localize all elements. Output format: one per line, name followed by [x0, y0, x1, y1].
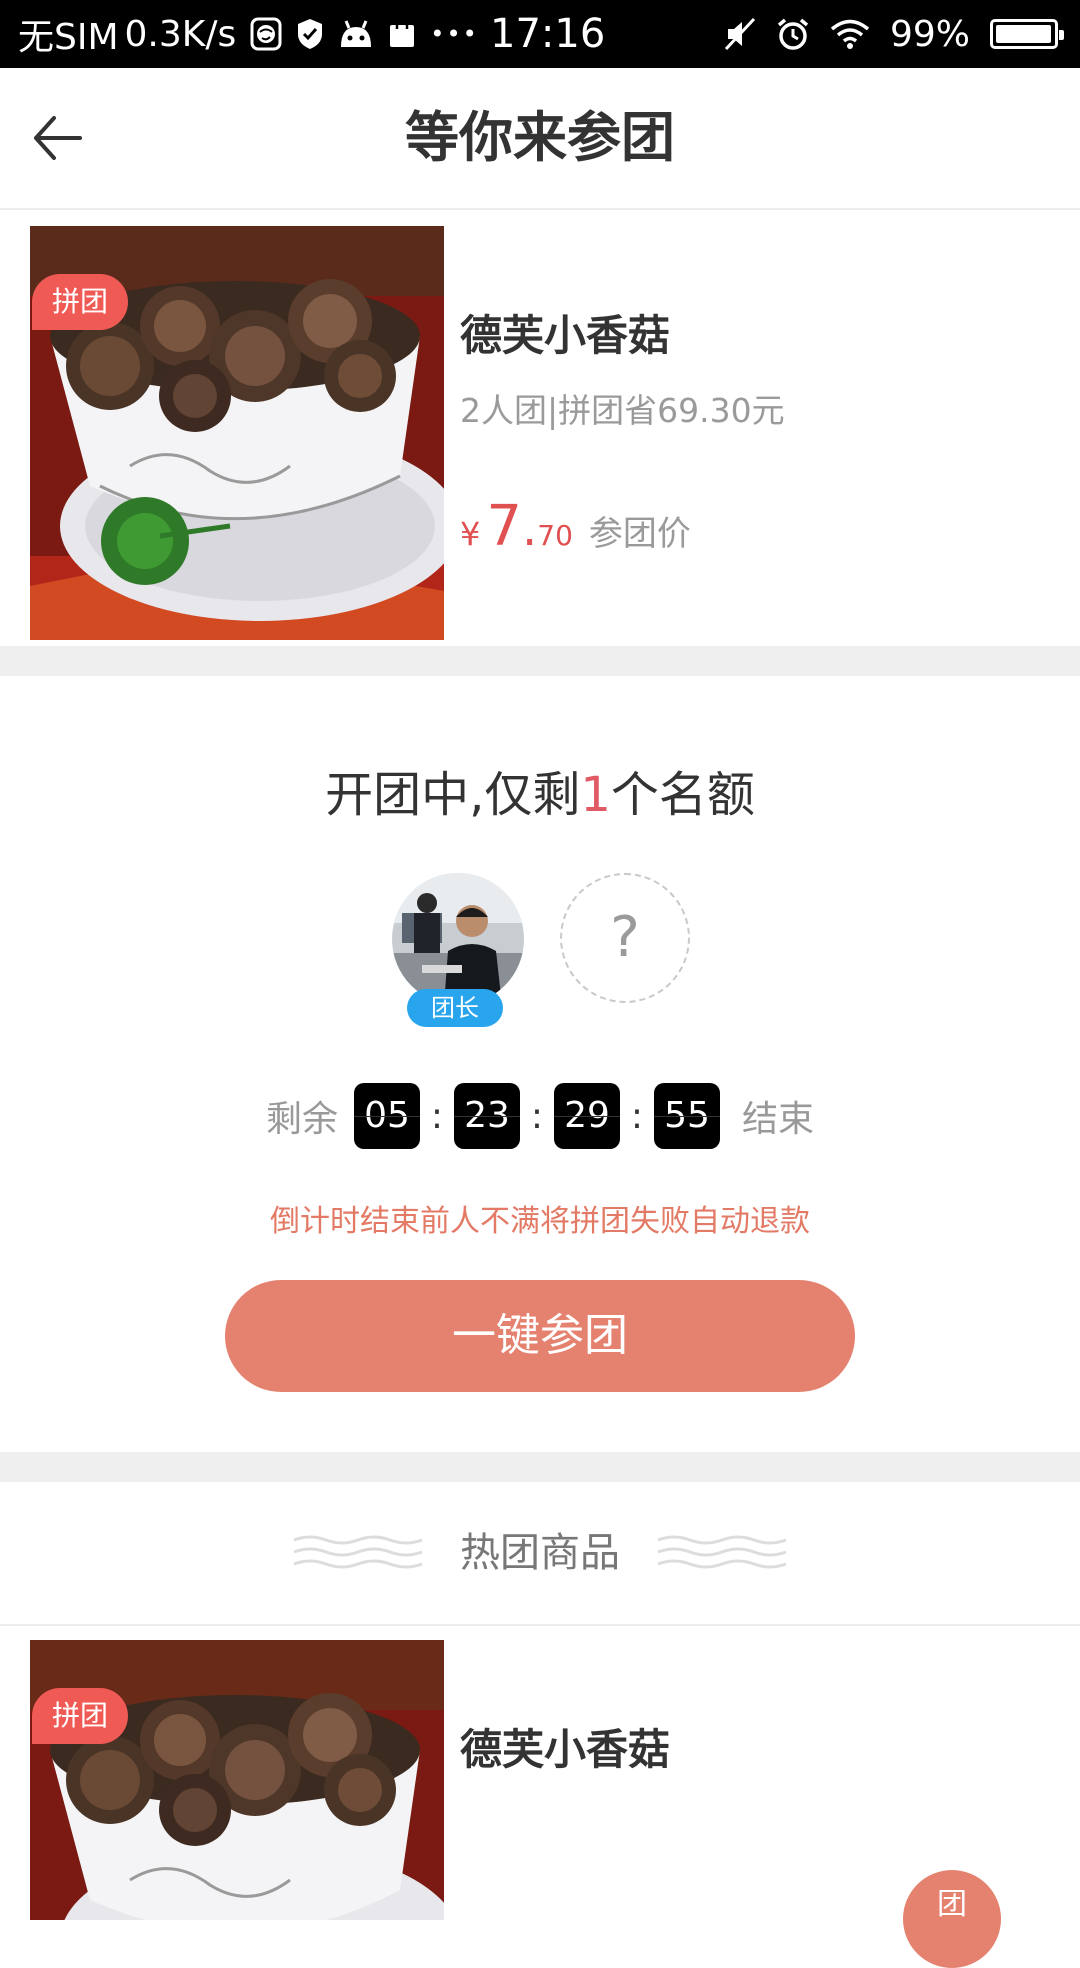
countdown-minutes: 23 — [454, 1083, 520, 1149]
price-dot: . — [522, 501, 538, 557]
hot-product-name: 德芙小香菇 — [460, 1725, 671, 1774]
product-card[interactable]: 拼团 德芙小香菇 2人团|拼团省69.30元 ¥7.70 参团价 — [0, 212, 1080, 646]
countdown-separator: : — [430, 1095, 444, 1137]
more-notifications: ••• — [430, 20, 479, 48]
app-header: 等你来参团 — [0, 68, 1080, 210]
hot-product-card[interactable]: 拼团 德芙小香菇 — [0, 1626, 1080, 1920]
battery-cap — [1059, 30, 1064, 40]
price-decimal: 70 — [537, 519, 573, 552]
browser-icon — [250, 17, 282, 51]
price-integer: 7 — [486, 494, 522, 559]
status-left: 无SIM 0.3K/s ••• — [18, 0, 479, 68]
alarm-icon — [776, 17, 810, 51]
battery-percent: 99% — [889, 13, 970, 55]
empty-member-slot: ? — [560, 873, 690, 1003]
wave-decoration-right-icon — [657, 1535, 787, 1569]
group-buy-badge: 拼团 — [32, 274, 128, 330]
shopping-bag-icon — [388, 19, 416, 49]
remaining-count: 1 — [580, 767, 611, 823]
refund-note: 倒计时结束前人不满将拼团失败自动退款 — [270, 1204, 810, 1239]
mute-icon — [724, 17, 756, 51]
status-right: 99% — [724, 0, 1064, 68]
join-group-button[interactable]: 一键参团 — [225, 1280, 855, 1392]
countdown-prefix: 剩余 — [265, 1099, 338, 1140]
product-image[interactable]: 拼团 — [30, 226, 444, 640]
section-divider — [0, 1452, 1080, 1482]
group-title-prefix: 开团中,仅剩 — [325, 767, 581, 823]
leader-photo — [392, 873, 524, 1005]
countdown-separator: : — [530, 1095, 544, 1137]
product-subtitle: 2人团|拼团省69.30元 — [460, 391, 785, 430]
wifi-icon — [830, 18, 870, 50]
battery-icon — [990, 19, 1064, 49]
countdown-suffix: 结束 — [742, 1099, 815, 1140]
group-title-suffix: 个名额 — [610, 767, 755, 823]
price-label: 参团价 — [588, 514, 691, 554]
status-time: 17:16 — [490, 11, 606, 57]
countdown-seconds: 29 — [554, 1083, 620, 1149]
android-icon — [338, 19, 374, 49]
shield-icon — [296, 17, 324, 51]
group-status-title: 开团中,仅剩1个名额 — [0, 755, 1080, 825]
countdown-centiseconds: 55 — [654, 1083, 720, 1149]
hot-products-title: 热团商品 — [460, 1530, 620, 1576]
page-title: 等你来参团 — [405, 106, 675, 169]
mushroom-bowl-image — [30, 1640, 444, 1920]
price-currency: ¥ — [460, 515, 481, 553]
status-bar: 无SIM 0.3K/s ••• 17:16 99% — [0, 0, 1080, 68]
battery-level — [996, 25, 1051, 43]
floating-group-button[interactable]: 团 — [903, 1870, 1001, 1968]
carrier-label: 无SIM — [18, 17, 119, 58]
product-price: ¥7.70 参团价 — [460, 494, 691, 559]
product-name: 德芙小香菇 — [460, 311, 671, 360]
countdown-hours: 05 — [354, 1083, 420, 1149]
group-buy-badge: 拼团 — [32, 1688, 128, 1744]
countdown-separator: : — [630, 1095, 644, 1137]
countdown-timer: 剩余 05 : 23 : 29 : 55 结束 — [0, 1083, 1080, 1149]
network-speed: 0.3K/s — [124, 13, 237, 55]
section-divider — [0, 646, 1080, 676]
leader-avatar[interactable] — [392, 873, 524, 1005]
leader-tag: 团长 — [407, 989, 503, 1027]
hot-products-header: 热团商品 — [0, 1482, 1080, 1626]
hot-product-image[interactable]: 拼团 — [30, 1640, 444, 1920]
